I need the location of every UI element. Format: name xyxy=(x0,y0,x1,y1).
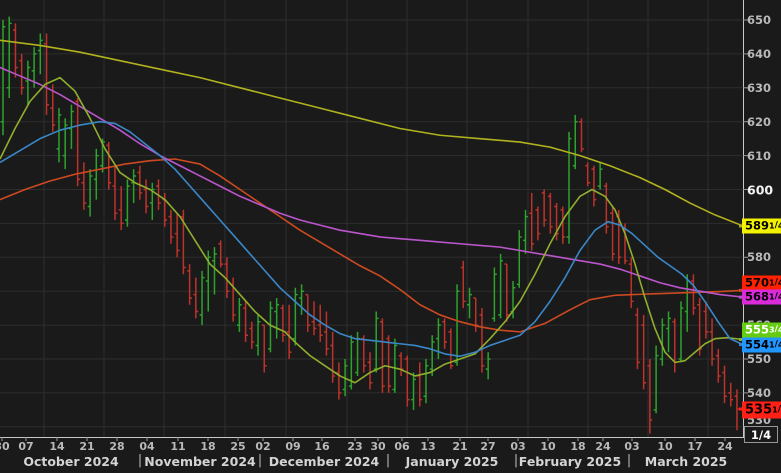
month-separator: | xyxy=(626,453,632,468)
month-separator: | xyxy=(513,453,519,468)
y-axis-label-650: 650 xyxy=(747,13,772,27)
y-axis-label-600: 600 xyxy=(747,182,774,197)
x-axis-day-label: 07 xyxy=(18,440,34,453)
last-price-label: 5351/4 xyxy=(742,401,781,419)
x-axis-day-label: 16 xyxy=(314,440,330,453)
month-label: November 2024 xyxy=(144,454,256,469)
month-separator: | xyxy=(257,453,263,468)
y-axis-label-550: 550 xyxy=(747,352,772,366)
x-axis-day-label: 13 xyxy=(420,440,436,453)
x-axis-day-label: 18 xyxy=(570,440,586,453)
month-label: March 2025 xyxy=(644,454,728,469)
month-separator: | xyxy=(385,453,391,468)
ma-red-price-label: 5701/4+ xyxy=(742,275,781,291)
month-label: February 2025 xyxy=(518,454,622,469)
x-axis-day-label: 03 xyxy=(624,440,640,453)
x-axis-day-label: 06 xyxy=(394,440,410,453)
ma-magenta-price-label: 5681/4+ xyxy=(742,289,781,305)
x-axis-day-label: 17 xyxy=(687,440,703,453)
x-axis-day-label: 10 xyxy=(657,440,673,453)
x-axis-day-label: 11 xyxy=(170,440,186,453)
y-axis-label-540: 540 xyxy=(747,385,772,400)
x-axis-day-label: 09 xyxy=(285,440,301,453)
y-axis-label-580: 580 xyxy=(747,250,772,265)
x-axis-day-label: 21 xyxy=(452,440,468,453)
x-axis-day-label: 03 xyxy=(510,440,526,453)
y-axis-label-640: 640 xyxy=(747,46,772,61)
y-axis-label-610: 610 xyxy=(747,148,772,163)
month-separator: | xyxy=(137,453,143,468)
ma-blue-line xyxy=(0,120,744,358)
y-axis-label-630: 630 xyxy=(747,80,772,95)
futures-price-chart: 6506406306206106005905805705605505405305… xyxy=(0,0,781,473)
ma-yellow-price-label: 5891/4+ xyxy=(742,218,781,234)
x-axis-day-label: 28 xyxy=(109,440,125,453)
x-axis-day-label: 23 xyxy=(347,440,363,453)
month-label: October 2024 xyxy=(23,454,119,469)
ma-yellow-line xyxy=(0,39,744,227)
x-axis-day-label: 10 xyxy=(540,440,556,453)
x-axis-day-label: 04 xyxy=(139,440,155,453)
x-axis-day-label: 27 xyxy=(480,440,496,453)
x-axis-day-label: 25 xyxy=(230,440,246,453)
x-axis-day-label: 21 xyxy=(79,440,95,453)
month-label: December 2024 xyxy=(268,454,380,469)
x-axis-day-label: 24 xyxy=(717,440,733,453)
y-axis-label-620: 620 xyxy=(747,114,772,129)
tick-size-box: 1/4 xyxy=(744,426,778,443)
x-axis-day-label: 18 xyxy=(200,440,216,453)
x-axis-day-label: 30 xyxy=(0,440,10,453)
x-axis-day-label: 30 xyxy=(370,440,386,453)
x-axis-day-label: 24 xyxy=(595,440,611,453)
x-axis-day-label: 02 xyxy=(255,440,271,453)
ma-blue-price-label: 5541/4+ xyxy=(742,337,781,353)
month-label: January 2025 xyxy=(405,454,499,469)
x-axis-day-label: 14 xyxy=(49,440,65,453)
ma-green-price-label: 5553/4+ xyxy=(742,322,781,338)
chart-plot-area[interactable] xyxy=(0,0,781,473)
